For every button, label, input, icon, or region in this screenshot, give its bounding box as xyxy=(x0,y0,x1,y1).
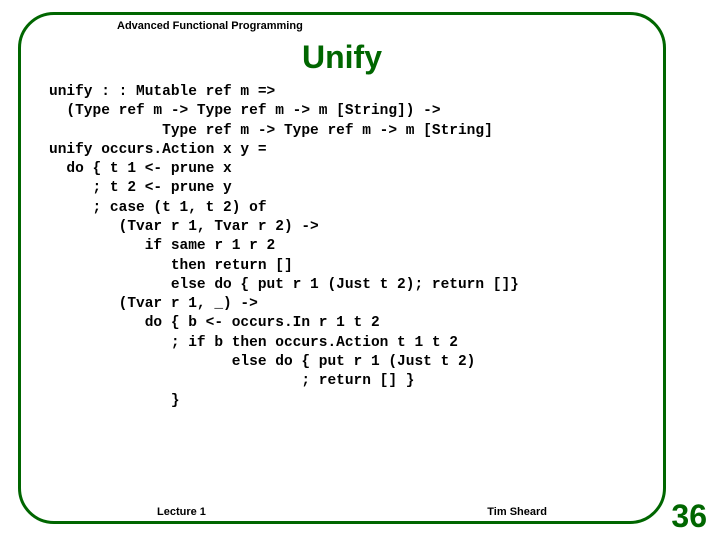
slide-title: Unify xyxy=(21,39,663,76)
page-number: 36 xyxy=(671,498,707,535)
lecture-label: Lecture 1 xyxy=(151,506,212,518)
slide-frame: Advanced Functional Programming Unify un… xyxy=(18,12,666,524)
author-label: Tim Sheard xyxy=(481,506,553,518)
course-header: Advanced Functional Programming xyxy=(111,20,309,32)
code-block: unify : : Mutable ref m => (Type ref m -… xyxy=(49,83,519,411)
